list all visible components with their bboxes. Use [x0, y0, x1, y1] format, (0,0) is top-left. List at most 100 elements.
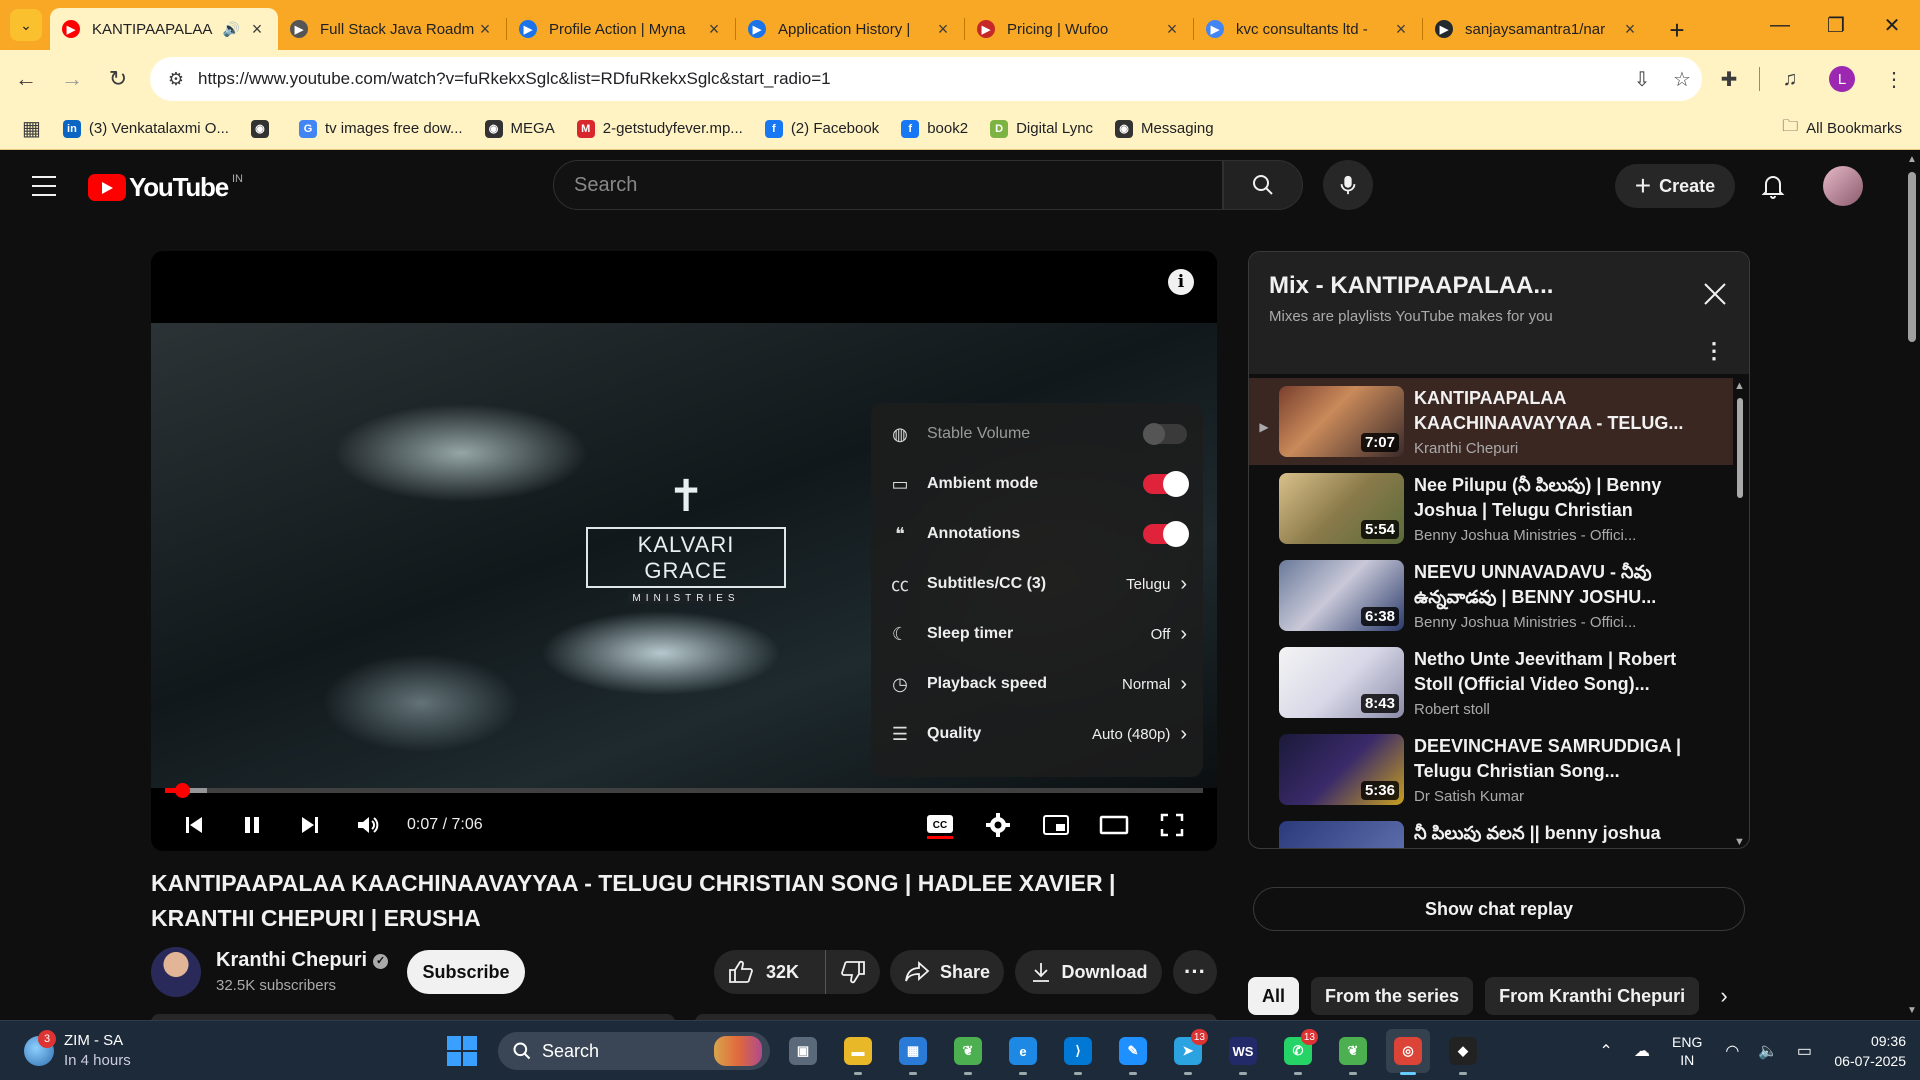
chevron-up-icon[interactable]: ⌃ — [1591, 1041, 1621, 1061]
apps-grid-icon[interactable]: ▦ — [22, 116, 41, 141]
reload-button[interactable]: ↻ — [98, 59, 138, 99]
scrubber-handle[interactable] — [174, 783, 190, 798]
paint-taskbar-button[interactable]: ✎ — [1111, 1029, 1155, 1075]
video-thumbnail[interactable]: 8:43 — [1279, 647, 1404, 718]
app-leaf-taskbar-button[interactable]: ❦ — [946, 1029, 990, 1075]
mute-button[interactable] — [339, 801, 397, 849]
playlist-item-title[interactable]: NEEVU UNNAVADAVU - నీవు ఉన్నవాడవు | BENN… — [1414, 560, 1684, 610]
toggle-switch[interactable] — [1143, 471, 1189, 497]
system-clock[interactable]: 09:36 06-07-2025 — [1834, 1031, 1906, 1071]
playlist-item[interactable]: 6:38 NEEVU UNNAVADAVU - నీవు ఉన్నవాడవు | … — [1249, 552, 1733, 639]
dislike-button[interactable] — [826, 960, 880, 984]
video-info-icon[interactable]: i — [1168, 269, 1194, 295]
extensions-icon[interactable]: ✚ — [1709, 59, 1749, 99]
bookmark-item[interactable]: Gtv images free dow... — [298, 119, 463, 138]
bookmark-item[interactable]: D Digital Lync — [990, 119, 1093, 138]
close-tab-icon[interactable]: × — [476, 19, 494, 40]
close-playlist-button[interactable] — [1699, 278, 1731, 310]
video-thumbnail[interactable] — [1279, 821, 1404, 848]
browser-tab[interactable]: ▶ KANTIPAAPALAA 🔊 × — [50, 8, 278, 50]
browser-tab[interactable]: ▶ kvc consultants ltd - × — [1194, 8, 1422, 50]
page-scroll-thumb[interactable] — [1908, 172, 1916, 342]
close-tab-icon[interactable]: × — [1163, 19, 1181, 40]
share-button[interactable]: Share — [890, 950, 1004, 994]
video-thumbnail[interactable]: 5:54 — [1279, 473, 1404, 544]
microsoft-store-taskbar-button[interactable]: ▦ — [891, 1029, 935, 1075]
new-tab-button[interactable]: + — [1659, 12, 1695, 48]
settings-item-sleep-timer[interactable]: ☾ Sleep timer Off › — [871, 609, 1203, 659]
telegram-taskbar-button[interactable]: ➤ 13 — [1166, 1029, 1210, 1075]
start-button[interactable] — [440, 1029, 484, 1073]
url-text[interactable]: https://www.youtube.com/watch?v=fuRkekxS… — [198, 69, 1622, 89]
whatsapp-taskbar-button[interactable]: ✆ 13 — [1276, 1029, 1320, 1075]
media-control-icon[interactable]: ♫ — [1770, 59, 1810, 99]
close-tab-icon[interactable]: × — [705, 19, 723, 40]
profile-button[interactable]: L — [1822, 59, 1862, 99]
chrome-menu-icon[interactable]: ⋮ — [1874, 59, 1914, 99]
filter-chip[interactable]: From Kranthi Chepuri — [1485, 977, 1700, 1015]
like-button[interactable]: 32K — [714, 950, 826, 994]
maximize-button[interactable]: ❐ — [1808, 0, 1864, 50]
page-scrollbar[interactable]: ▲ ▼ — [1904, 150, 1920, 1020]
bookmark-item[interactable]: M 2-getstudyfever.mp... — [576, 119, 743, 138]
show-chat-replay-button[interactable]: Show chat replay — [1253, 887, 1745, 931]
settings-item-quality[interactable]: ☰ Quality Auto (480p) › — [871, 709, 1203, 759]
wifi-icon[interactable]: ◠ — [1717, 1041, 1747, 1061]
bookmark-item[interactable]: ◉ Messaging — [1115, 119, 1214, 138]
playlist-item-title[interactable]: KANTIPAAPALAA KAACHINAAVAYYAA - TELUG... — [1414, 386, 1684, 436]
close-tab-icon[interactable]: × — [248, 19, 266, 40]
bookmark-item[interactable]: f book2 — [901, 119, 968, 138]
weather-widget[interactable]: 3 ZIM - SA In 4 hours — [24, 1030, 131, 1071]
close-tab-icon[interactable]: × — [934, 19, 952, 40]
settings-item-annotations[interactable]: ❝ Annotations — [871, 509, 1203, 559]
app-leaf2-taskbar-button[interactable]: ❦ — [1331, 1029, 1375, 1075]
settings-button[interactable] — [969, 801, 1027, 849]
filter-chip[interactable]: From the series — [1311, 977, 1474, 1015]
filter-chip[interactable]: All — [1248, 977, 1300, 1015]
voice-search-button[interactable] — [1323, 160, 1373, 210]
channel-avatar[interactable] — [151, 947, 201, 997]
playlist-item[interactable]: 5:36 DEEVINCHAVE SAMRUDDIGA | Telugu Chri… — [1249, 726, 1733, 813]
app-dark-taskbar-button[interactable]: ◆ — [1441, 1029, 1485, 1075]
close-tab-icon[interactable]: × — [1392, 19, 1410, 40]
channel-name[interactable]: Kranthi Chepuri ✓ — [216, 949, 389, 972]
tab-search-button[interactable]: ⌄ — [10, 9, 42, 41]
bookmark-item[interactable]: f (2) Facebook — [764, 119, 879, 138]
close-window-button[interactable]: ✕ — [1864, 0, 1920, 50]
speaker-icon[interactable]: 🔈 — [1753, 1041, 1783, 1061]
chips-next-button[interactable]: › — [1705, 977, 1743, 1015]
scroll-down-icon[interactable]: ▼ — [1734, 836, 1745, 848]
language-indicator[interactable]: ENG IN — [1672, 1033, 1702, 1069]
previous-button[interactable] — [165, 801, 223, 849]
scroll-down-icon[interactable]: ▼ — [1907, 1005, 1917, 1016]
playlist-item-title[interactable]: Nee Pilupu (నీ పిలుపు) | Benny Joshua | … — [1414, 473, 1684, 523]
menu-hamburger-icon[interactable] — [28, 172, 60, 200]
bookmark-star-icon[interactable]: ☆ — [1662, 67, 1702, 92]
toggle-switch[interactable] — [1143, 521, 1189, 547]
notifications-button[interactable] — [1755, 168, 1791, 204]
ws-taskbar-button[interactable]: WS — [1221, 1029, 1265, 1075]
file-explorer-taskbar-button[interactable]: ▬ — [836, 1029, 880, 1075]
settings-item-subtitles-cc[interactable]: ㏄ Subtitles/CC (3) Telugu › — [871, 559, 1203, 609]
vscode-taskbar-button[interactable]: ⟩ — [1056, 1029, 1100, 1075]
all-bookmarks-button[interactable]: 🗀 All Bookmarks — [1782, 115, 1902, 142]
back-button[interactable]: ← — [6, 59, 46, 99]
forward-button[interactable]: → — [52, 59, 92, 99]
video-thumbnail[interactable]: 6:38 — [1279, 560, 1404, 631]
miniplayer-button[interactable] — [1027, 801, 1085, 849]
pause-button[interactable] — [223, 801, 281, 849]
settings-item-playback-speed[interactable]: ◷ Playback speed Normal › — [871, 659, 1203, 709]
browser-tab[interactable]: ▶ sanjaysamantra1/nar × — [1423, 8, 1651, 50]
browser-tab[interactable]: ▶ Pricing | Wufoo × — [965, 8, 1193, 50]
fullscreen-button[interactable] — [1143, 801, 1201, 849]
settings-item-stable-volume[interactable]: ◍ Stable Volume — [871, 409, 1203, 459]
create-button[interactable]: + Create — [1615, 164, 1735, 208]
mix-scroll-thumb[interactable] — [1737, 398, 1743, 498]
scroll-up-icon[interactable]: ▲ — [1907, 154, 1917, 165]
toggle-switch[interactable] — [1143, 423, 1187, 445]
scroll-up-icon[interactable]: ▲ — [1734, 380, 1745, 392]
search-button[interactable] — [1223, 160, 1303, 210]
browser-tab[interactable]: ▶ Profile Action | Myna × — [507, 8, 735, 50]
battery-icon[interactable]: ▭ — [1789, 1041, 1819, 1061]
download-button[interactable]: Download — [1015, 950, 1162, 994]
